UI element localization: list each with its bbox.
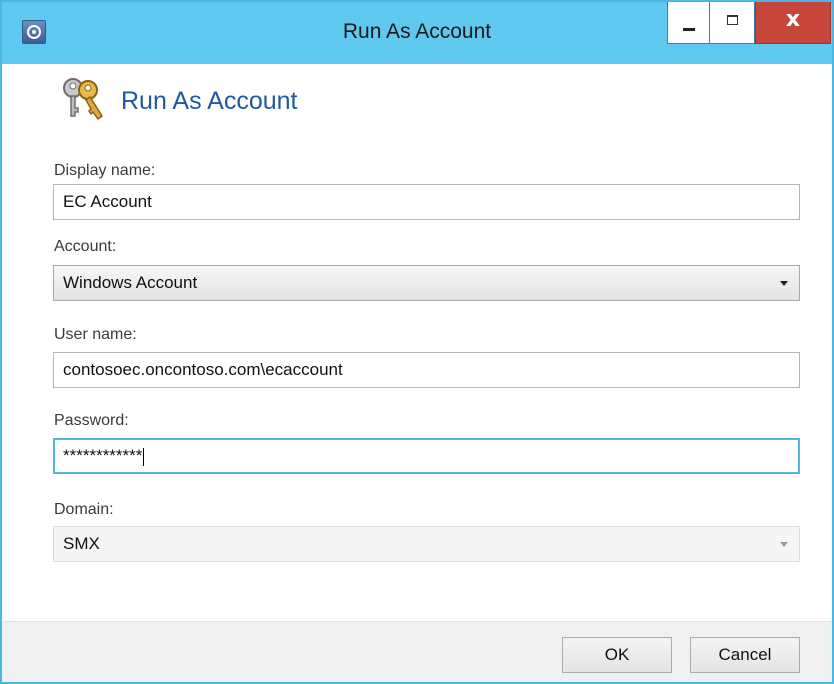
run-as-account-window: Run As Account x Run As Account Display … [0, 0, 834, 684]
display-name-value: EC Account [63, 192, 152, 211]
chevron-down-icon [780, 542, 788, 547]
domain-label: Domain: [54, 501, 114, 518]
account-label: Account: [54, 238, 117, 255]
ok-button[interactable]: OK [562, 637, 672, 673]
maximize-icon [727, 15, 738, 25]
title-bar[interactable]: Run As Account x [2, 2, 832, 64]
user-name-field[interactable]: contosoec.oncontoso.com\ecaccount [53, 352, 800, 388]
user-name-label: User name: [54, 326, 137, 343]
password-value: ************ [63, 446, 143, 465]
header-title: Run As Account [121, 87, 298, 115]
minimize-icon [683, 28, 695, 31]
chevron-down-icon [780, 281, 788, 286]
password-label: Password: [54, 412, 129, 429]
display-name-label: Display name: [54, 162, 156, 179]
close-button[interactable]: x [755, 2, 831, 44]
maximize-button[interactable] [709, 2, 755, 44]
minimize-button[interactable] [667, 2, 709, 44]
text-caret [143, 447, 145, 466]
close-icon: x [785, 7, 801, 32]
keys-icon [56, 72, 108, 129]
password-field[interactable]: ************ [53, 438, 800, 474]
cancel-button[interactable]: Cancel [690, 637, 800, 673]
account-value: Windows Account [63, 273, 198, 292]
user-name-value: contosoec.oncontoso.com\ecaccount [63, 360, 343, 379]
dialog-footer: OK Cancel [2, 621, 832, 682]
display-name-field[interactable]: EC Account [53, 184, 800, 220]
domain-value: SMX [63, 534, 100, 553]
domain-select[interactable]: SMX [53, 526, 800, 562]
account-select[interactable]: Windows Account [53, 265, 800, 301]
